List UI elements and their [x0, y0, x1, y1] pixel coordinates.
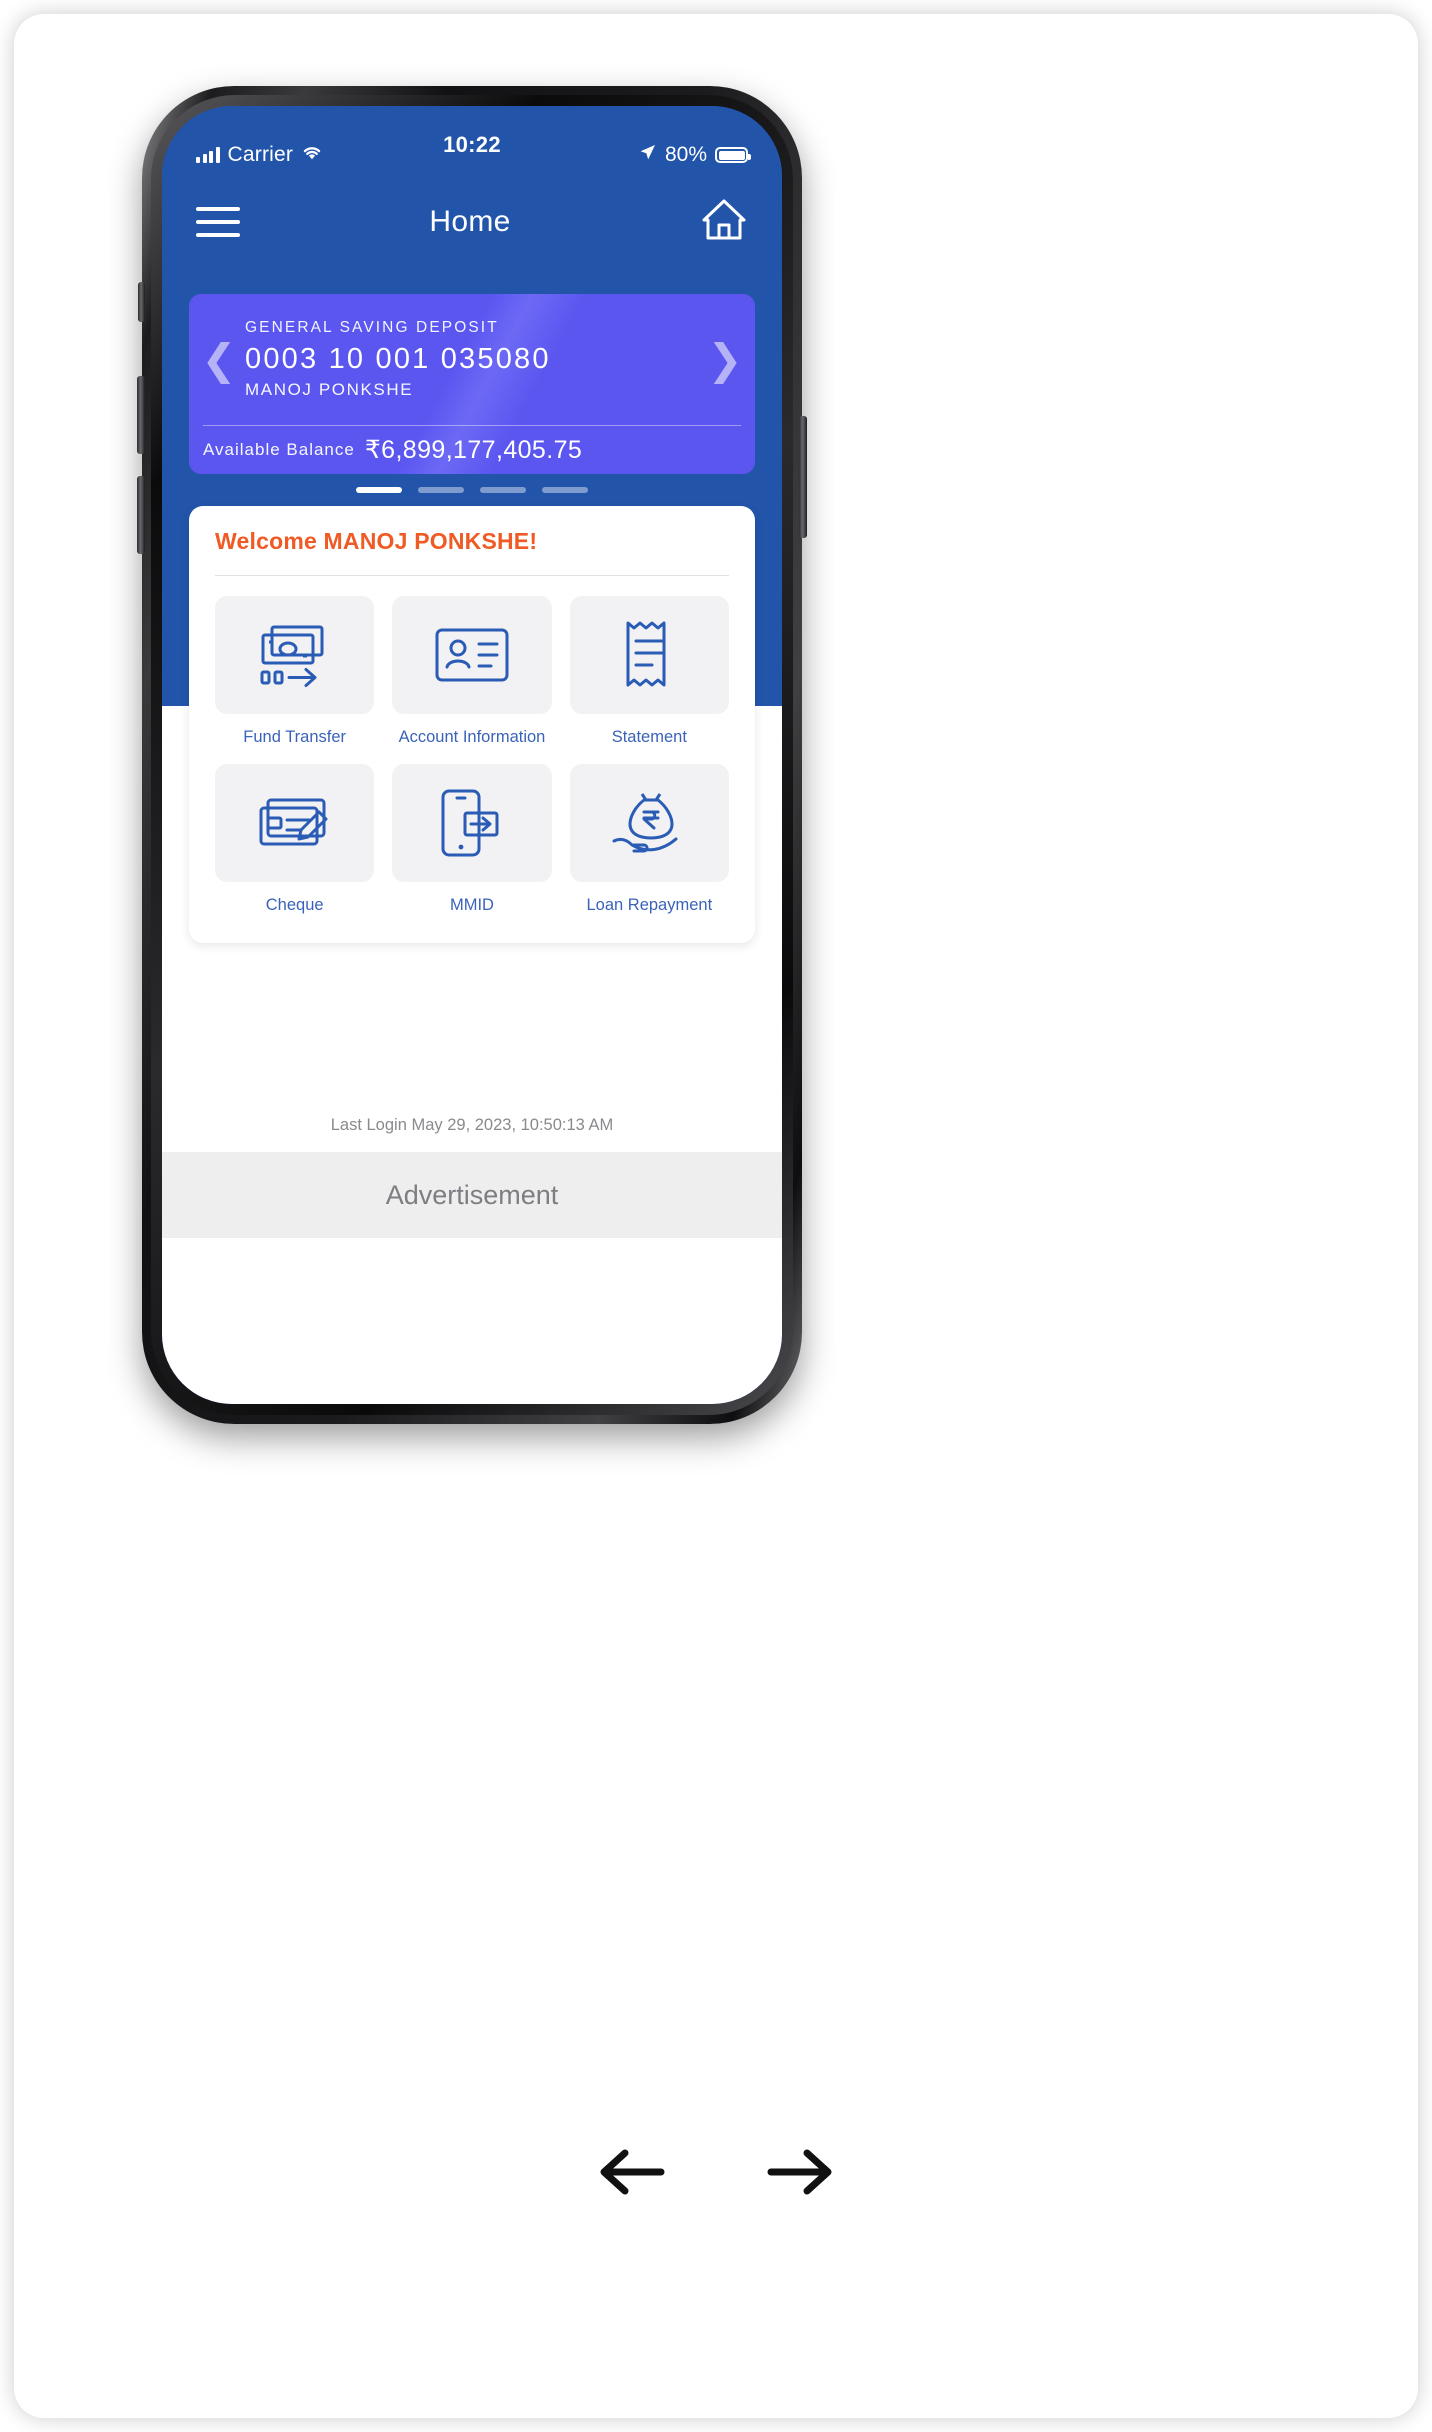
tile-label: Loan Repayment	[586, 896, 713, 915]
carousel-dot-2[interactable]	[418, 487, 464, 493]
tile-cheque[interactable]: Cheque	[215, 764, 375, 916]
home-indicator[interactable]	[380, 1375, 564, 1382]
welcome-message: Welcome MANOJ PONKSHE!	[215, 528, 538, 554]
tile-label: Statement	[611, 728, 687, 746]
carousel-dot-1[interactable]	[356, 487, 402, 493]
page-title: Home	[429, 205, 511, 238]
receipt-icon	[569, 596, 729, 714]
silent-switch[interactable]	[138, 282, 145, 322]
quick-actions-grid: Fund Transfer Account Information Statem…	[215, 596, 729, 917]
power-button[interactable]	[799, 416, 807, 538]
tile-label: Fund Transfer	[243, 728, 347, 746]
carrier-label: Carrier	[227, 143, 294, 166]
phone-device-frame: Carrier 10:22 80% Home ❮ GENERAL SAVING …	[137, 86, 807, 1424]
money-bag-hand-icon	[569, 764, 729, 883]
sheet-divider	[215, 575, 729, 576]
tile-loan-repayment[interactable]: Loan Repayment	[569, 764, 729, 916]
chevron-right-icon[interactable]: ❯	[705, 338, 745, 381]
carousel-dot-4[interactable]	[542, 487, 588, 493]
available-balance-label: Available Balance	[203, 440, 355, 459]
quick-actions-sheet: Welcome MANOJ PONKSHE! Fund Transfer Acc…	[189, 506, 755, 943]
advertisement-banner[interactable]: Advertisement	[162, 1152, 782, 1238]
status-time: 10:22	[443, 132, 501, 157]
tile-label: Cheque	[265, 896, 324, 915]
carousel-dot-3[interactable]	[480, 487, 526, 493]
location-arrow-icon	[638, 143, 657, 167]
volume-up-button[interactable]	[137, 376, 145, 454]
tile-account-information[interactable]: Account Information	[392, 596, 552, 748]
signal-bars-icon	[196, 147, 220, 163]
tile-statement[interactable]: Statement	[569, 596, 729, 748]
tile-label: MMID	[449, 896, 494, 915]
tile-fund-transfer[interactable]: Fund Transfer	[215, 596, 375, 748]
arrow-right-icon[interactable]	[765, 2144, 837, 2205]
phone-screen: Carrier 10:22 80% Home ❮ GENERAL SAVING …	[162, 106, 782, 1404]
banknotes-transfer-icon	[215, 596, 375, 714]
banking-app: Carrier 10:22 80% Home ❮ GENERAL SAVING …	[162, 106, 782, 1404]
account-card[interactable]: ❮ GENERAL SAVING DEPOSIT 0003 10 001 035…	[189, 294, 755, 474]
cheque-pen-icon	[215, 764, 375, 883]
available-balance-value: ₹6,899,177,405.75	[364, 436, 583, 464]
last-login-text: Last Login May 29, 2023, 10:50:13 AM	[330, 1116, 614, 1134]
account-type: GENERAL SAVING DEPOSIT	[245, 319, 499, 337]
volume-down-button[interactable]	[137, 476, 145, 554]
page-card: Carrier 10:22 80% Home ❮ GENERAL SAVING …	[14, 14, 1418, 2418]
hamburger-menu-icon[interactable]	[196, 207, 240, 237]
account-number: 0003 10 001 035080	[245, 343, 551, 376]
status-bar: Carrier 10:22 80%	[162, 106, 782, 178]
arrow-left-icon[interactable]	[595, 2144, 667, 2205]
id-card-icon	[392, 596, 552, 714]
navigation-arrows	[14, 2144, 1418, 2205]
tile-label: Account Information	[398, 728, 546, 746]
battery-percent-label: 80%	[664, 143, 707, 166]
chevron-left-icon[interactable]: ❮	[199, 338, 239, 381]
mobile-payment-icon	[392, 764, 552, 883]
home-icon[interactable]	[700, 197, 748, 248]
carousel-indicators	[162, 487, 782, 493]
wifi-icon	[301, 144, 323, 166]
tile-mmid[interactable]: MMID	[392, 764, 552, 916]
app-header: Home	[162, 184, 782, 260]
battery-full-icon	[715, 147, 751, 163]
account-holder-name: MANOJ PONKSHE	[245, 379, 414, 399]
